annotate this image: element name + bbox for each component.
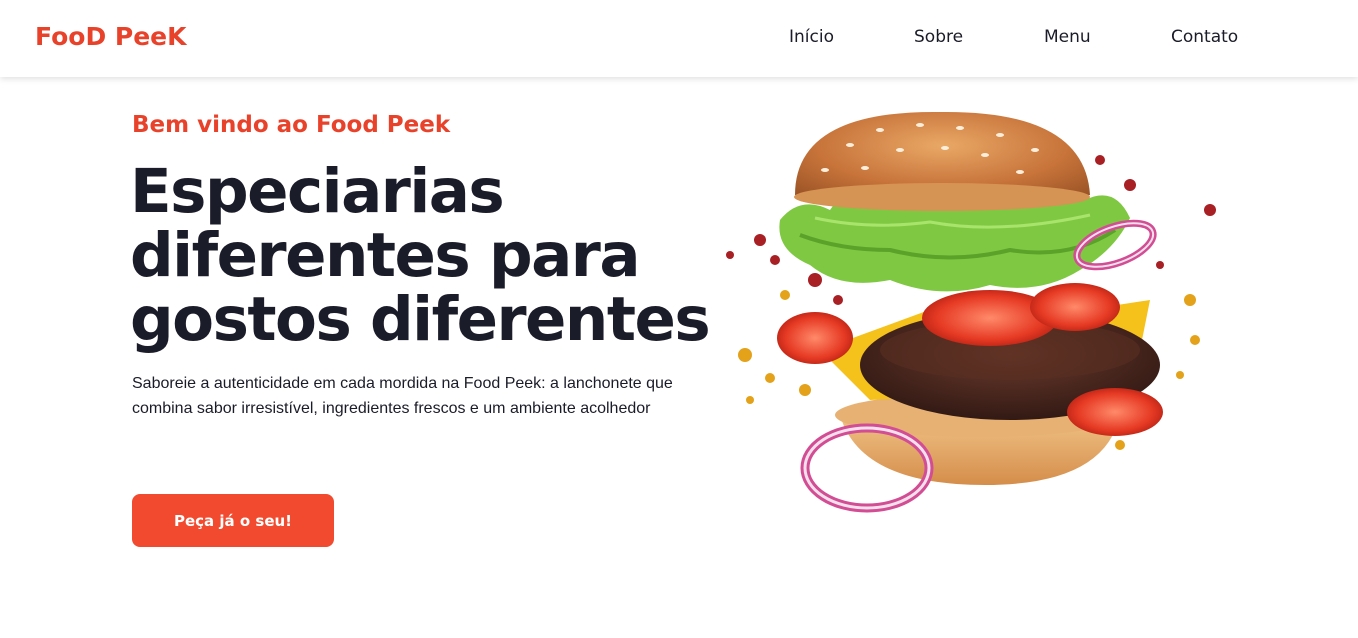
order-button[interactable]: Peça já o seu! (132, 494, 334, 547)
headline-line: Especiarias (130, 156, 505, 227)
nav-link-contato[interactable]: Contato (1171, 27, 1238, 47)
main-nav: Início Sobre Menu Contato (0, 27, 1358, 51)
nav-link-menu[interactable]: Menu (1044, 27, 1091, 47)
nav-link-sobre[interactable]: Sobre (914, 27, 963, 47)
hero-description: Saboreie a autenticidade em cada mordida… (132, 375, 673, 417)
headline-line: gostos diferentes (130, 284, 711, 355)
nav-link-inicio[interactable]: Início (789, 27, 834, 47)
navbar: FooD PeeK Início Sobre Menu Contato (0, 0, 1358, 77)
headline-line: diferentes para (130, 220, 641, 291)
burger-image (726, 111, 1216, 513)
hero-eyebrow: Bem vindo ao Food Peek (132, 112, 451, 138)
hero-headline: Especiarias diferentes para gostos difer… (130, 160, 730, 352)
